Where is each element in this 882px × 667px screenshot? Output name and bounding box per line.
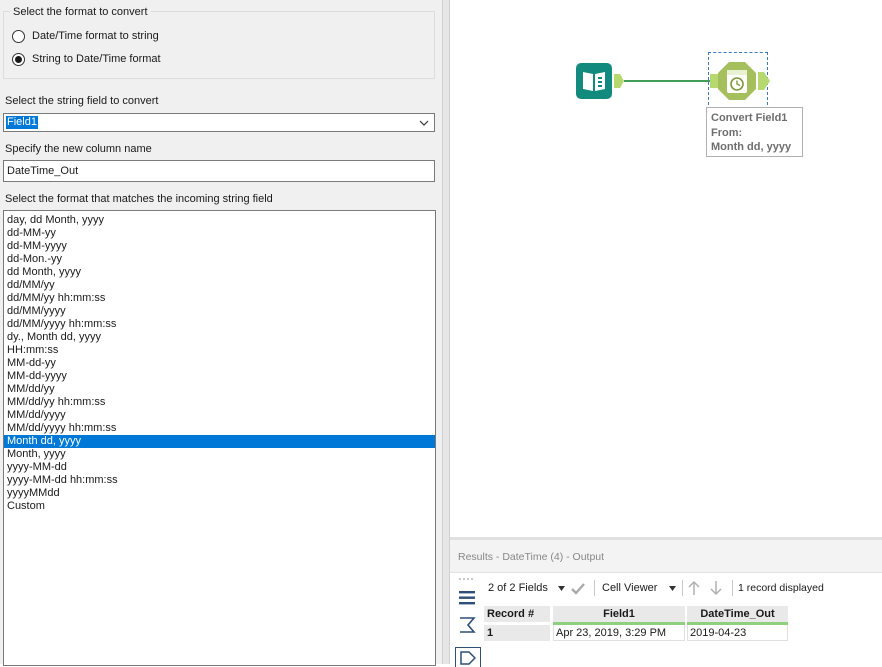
format-list-item[interactable]: MM/dd/yy [4, 383, 435, 396]
column-name-label: Specify the new column name [5, 143, 152, 155]
radio-datetime-to-string[interactable]: Date/Time format to string [12, 28, 159, 44]
datetime-clock-icon[interactable] [717, 61, 757, 101]
format-list-item[interactable]: Month, yyyy [4, 448, 435, 461]
string-field-value: Field1 [6, 116, 38, 129]
format-list-item[interactable]: day, dd Month, yyyy [4, 214, 435, 227]
toolbar-divider [732, 580, 733, 596]
tag-icon [460, 651, 476, 665]
header-field1[interactable]: Field1 [553, 606, 685, 622]
toolbar-divider [682, 580, 683, 596]
format-list-item[interactable]: dd-Mon.-yy [4, 253, 435, 266]
format-list-item[interactable]: dd/MM/yyyy hh:mm:ss [4, 318, 435, 331]
format-list-item[interactable]: MM/dd/yyyy hh:mm:ss [4, 422, 435, 435]
cell-viewer-dropdown[interactable]: Cell Viewer [602, 581, 657, 595]
results-header: Results - DateTime (4) - Output [450, 540, 882, 573]
format-list-item[interactable]: dd-MM-yy [4, 227, 435, 240]
format-list-item[interactable]: dd Month, yyyy [4, 266, 435, 279]
output-anchor-icon[interactable] [758, 72, 770, 90]
book-input-icon[interactable] [576, 63, 612, 99]
format-list-item[interactable]: dd/MM/yyyy [4, 305, 435, 318]
format-list-item-selected[interactable]: Month dd, yyyy [4, 435, 435, 448]
format-list-item[interactable]: Custom [4, 500, 435, 513]
format-list-item[interactable]: yyyy-MM-dd hh:mm:ss [4, 474, 435, 487]
fields-dropdown[interactable]: 2 of 2 Fields [488, 581, 548, 595]
format-list-item[interactable]: MM-dd-yyyy [4, 370, 435, 383]
row-record-number[interactable]: 1 [484, 625, 550, 641]
format-list-label: Select the format that matches the incom… [5, 193, 273, 205]
header-record-number[interactable]: Record # [484, 606, 550, 622]
configuration-panel: Select the format to convert Date/Time f… [0, 0, 442, 666]
tool-annotation: Convert Field1 From: Month dd, yyyy [706, 107, 803, 157]
data-grid-icon[interactable] [458, 589, 476, 607]
chevron-down-icon[interactable] [418, 117, 430, 129]
annotation-line: Month dd, yyyy [711, 141, 792, 153]
radio-label: String to Date/Time format [32, 53, 161, 65]
results-pane: Results - DateTime (4) - Output 2 of 2 F… [450, 540, 882, 667]
panel-splitter[interactable] [442, 0, 450, 664]
format-list-item[interactable]: HH:mm:ss [4, 344, 435, 357]
sigma-summary-icon[interactable] [458, 616, 476, 634]
format-listbox[interactable]: day, dd Month, yyyy dd-MM-yy dd-MM-yyyy dd-… [3, 210, 436, 666]
results-toolbar: 2 of 2 Fields Cell Viewer 1 record displ… [486, 578, 882, 600]
workflow-connection[interactable] [624, 80, 714, 82]
arrow-up-icon[interactable] [687, 580, 701, 596]
radio-string-to-datetime[interactable]: String to Date/Time format [12, 51, 161, 67]
format-list-item[interactable]: dd/MM/yy [4, 279, 435, 292]
format-list-item[interactable]: MM/dd/yy hh:mm:ss [4, 396, 435, 409]
output-anchor-icon[interactable] [614, 74, 624, 88]
string-field-dropdown[interactable]: Field1 [3, 113, 435, 132]
annotation-line: Convert Field1 [711, 112, 788, 124]
radio-button[interactable] [12, 29, 25, 43]
record-count-label: 1 record displayed [738, 582, 824, 594]
format-list-item[interactable]: dd/MM/yy hh:mm:ss [4, 292, 435, 305]
format-group-title: Select the format to convert [10, 5, 151, 19]
cell-field1[interactable]: Apr 23, 2019, 3:29 PM [553, 625, 685, 641]
format-list-item[interactable]: MM-dd-yy [4, 357, 435, 370]
format-list-item[interactable]: dd-MM-yyyy [4, 240, 435, 253]
string-field-label: Select the string field to convert [5, 95, 159, 107]
format-list-item[interactable]: MM/dd/yyyy [4, 409, 435, 422]
checkmark-icon[interactable] [570, 582, 586, 596]
format-list-item[interactable]: yyyyMMdd [4, 487, 435, 500]
toolbar-divider [594, 580, 595, 596]
arrow-down-icon[interactable] [709, 580, 723, 596]
header-datetime-out[interactable]: DateTime_Out [687, 606, 788, 622]
caret-down-icon[interactable] [558, 586, 565, 591]
radio-button-checked[interactable] [12, 52, 25, 66]
tag-view-tab[interactable] [455, 647, 481, 667]
results-side-toolbar [450, 573, 484, 667]
grip-dots-icon [459, 578, 473, 580]
radio-label: Date/Time format to string [32, 30, 159, 42]
column-name-input[interactable] [3, 160, 435, 182]
annotation-line: From: [711, 126, 743, 139]
format-list-item[interactable]: dy., Month dd, yyyy [4, 331, 435, 344]
results-title: Results - DateTime (4) - Output [458, 551, 605, 563]
format-list-item[interactable]: yyyy-MM-dd [4, 461, 435, 474]
caret-down-icon[interactable] [669, 586, 676, 591]
cell-datetime-out[interactable]: 2019-04-23 [687, 625, 788, 641]
format-direction-group: Select the format to convert Date/Time f… [3, 5, 435, 79]
